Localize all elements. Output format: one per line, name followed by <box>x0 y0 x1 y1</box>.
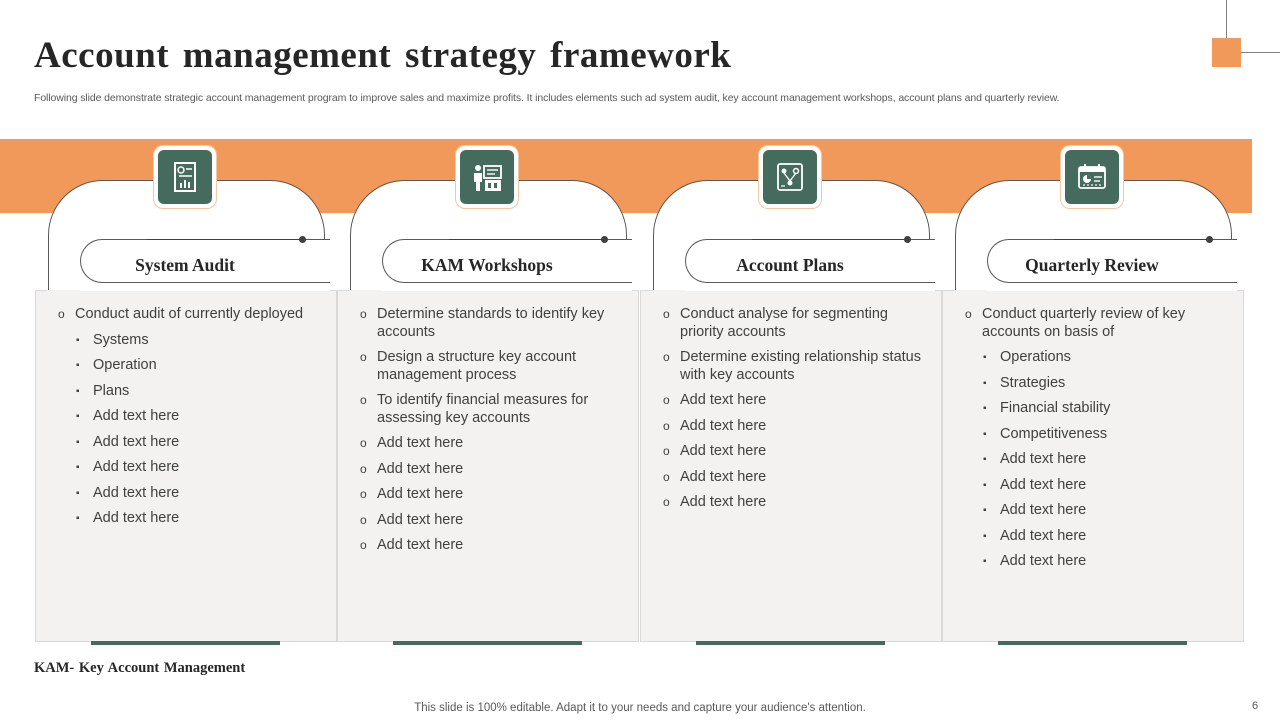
list-item: Add text here <box>55 408 325 426</box>
column-system-audit: System Audit Conduct audit of currently … <box>35 0 338 720</box>
column-heading: KAM Workshops <box>421 255 553 275</box>
list-item: Add text here <box>357 435 627 453</box>
list-item: To identify financial measures for asses… <box>357 392 627 427</box>
arch-mask <box>349 290 628 302</box>
column-heading: Account Plans <box>736 255 844 275</box>
column-heading: System Audit <box>135 255 235 275</box>
list-item: Add text here <box>55 459 325 477</box>
list-item: Add text here <box>962 553 1232 571</box>
list-item: Determine existing relationship status w… <box>660 349 930 384</box>
list-item: Conduct analyse for segmenting priority … <box>660 306 930 341</box>
list-item: Add text here <box>55 485 325 503</box>
list-item: Design a structure key account managemen… <box>357 349 627 384</box>
calendar-review-icon <box>1061 146 1123 208</box>
column-bottom-bar <box>91 641 280 645</box>
connector-line <box>147 239 303 240</box>
column-list: Conduct analyse for segmenting priority … <box>660 306 930 520</box>
page-subtitle: Following slide demonstrate strategic ac… <box>34 92 1060 104</box>
audit-report-icon <box>154 146 216 208</box>
list-item: Operation <box>55 357 325 375</box>
list-item: Systems <box>55 332 325 350</box>
list-item: Conduct audit of currently deployed <box>55 306 325 324</box>
list-item: Strategies <box>962 375 1232 393</box>
list-item: Add text here <box>660 469 930 487</box>
list-item: Add text here <box>660 418 930 436</box>
list-item: Conduct quarterly review of key accounts… <box>962 306 1232 341</box>
list-item: Add text here <box>357 537 627 555</box>
list-item: Add text here <box>962 451 1232 469</box>
arch-mask <box>47 290 326 302</box>
connector-dot <box>904 236 911 243</box>
arch-mask <box>652 290 931 302</box>
corner-decoration-square <box>1212 38 1241 67</box>
column-bottom-bar <box>998 641 1187 645</box>
list-item: Add text here <box>55 434 325 452</box>
list-item: Add text here <box>357 486 627 504</box>
pill-cover <box>80 283 330 291</box>
list-item: Operations <box>962 349 1232 367</box>
list-item: Add text here <box>55 510 325 528</box>
list-item: Plans <box>55 383 325 401</box>
list-item: Add text here <box>660 392 930 410</box>
list-item: Add text here <box>660 494 930 512</box>
page-number: 6 <box>1252 700 1259 712</box>
column-quarterly-review: Quarterly Review Conduct quarterly revie… <box>942 0 1245 720</box>
connector-line <box>752 239 908 240</box>
column-list: Determine standards to identify key acco… <box>357 306 627 563</box>
list-item: Add text here <box>962 477 1232 495</box>
column-account-plans: Account Plans Conduct analyse for segmen… <box>640 0 943 720</box>
list-item: Financial stability <box>962 400 1232 418</box>
column-list: Conduct audit of currently deployed Syst… <box>55 306 325 536</box>
column-bottom-bar <box>696 641 885 645</box>
arch-mask <box>954 290 1233 302</box>
kam-footnote: KAM- Key Account Management <box>34 660 246 676</box>
connector-dot <box>601 236 608 243</box>
column-kam-workshops: KAM Workshops Determine standards to ide… <box>337 0 640 720</box>
list-item: Add text here <box>962 502 1232 520</box>
list-item: Add text here <box>660 443 930 461</box>
list-item: Determine standards to identify key acco… <box>357 306 627 341</box>
account-plan-icon <box>759 146 821 208</box>
connector-line <box>1054 239 1210 240</box>
corner-decoration-line <box>1226 0 1227 38</box>
list-item: Competitiveness <box>962 426 1232 444</box>
workshop-presenter-icon <box>456 146 518 208</box>
column-bottom-bar <box>393 641 582 645</box>
pill-cover <box>987 283 1237 291</box>
column-heading: Quarterly Review <box>1025 255 1159 275</box>
corner-decoration-hline <box>1241 52 1280 53</box>
slide-footer: This slide is 100% editable. Adapt it to… <box>414 702 866 714</box>
list-item: Add text here <box>357 512 627 530</box>
page-title: Account management strategy framework <box>34 35 732 76</box>
connector-dot <box>299 236 306 243</box>
list-item: Add text here <box>357 461 627 479</box>
pill-cover <box>685 283 935 291</box>
column-list: Conduct quarterly review of key accounts… <box>962 306 1232 579</box>
connector-line <box>449 239 605 240</box>
pill-cover <box>382 283 632 291</box>
list-item: Add text here <box>962 528 1232 546</box>
connector-dot <box>1206 236 1213 243</box>
